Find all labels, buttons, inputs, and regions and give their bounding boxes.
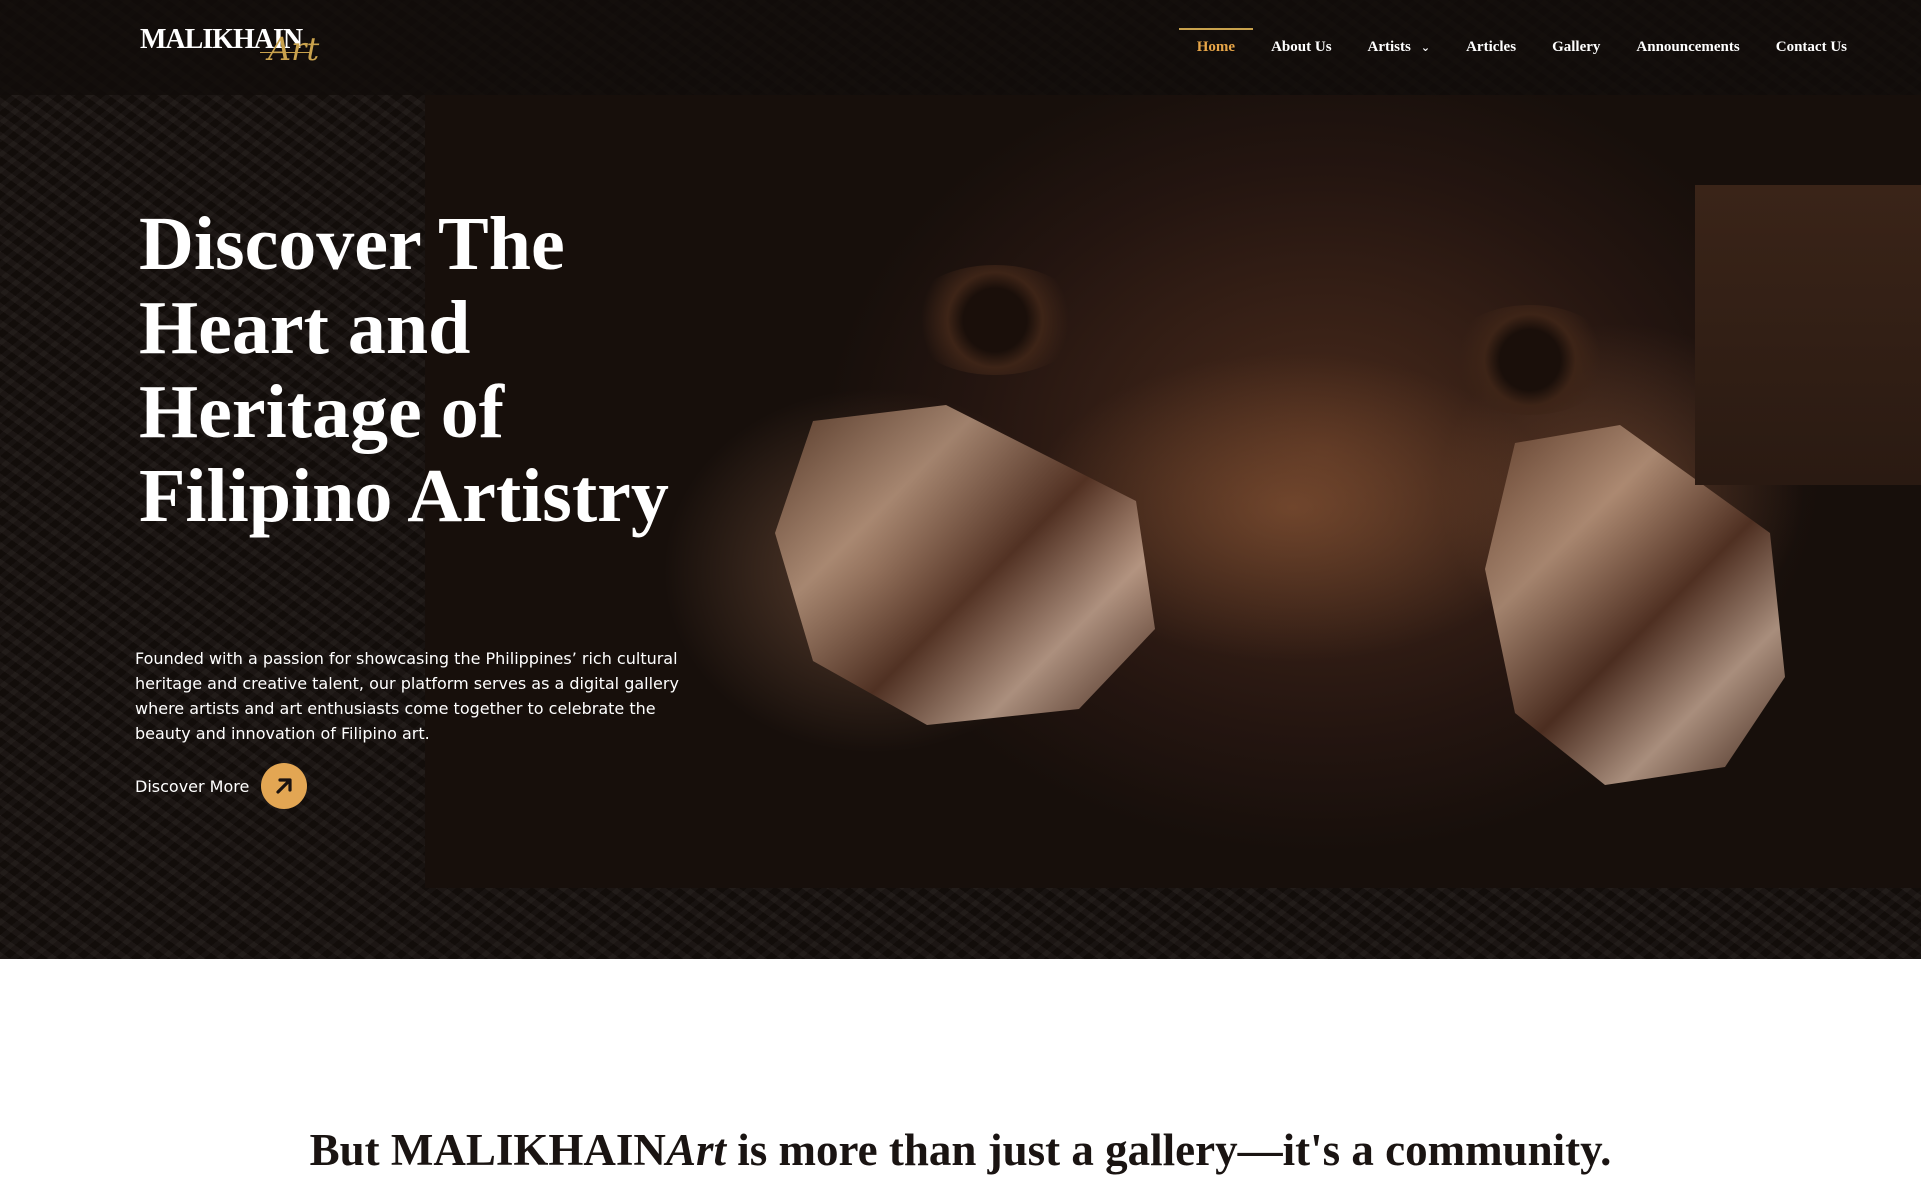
nav-announcements[interactable]: Announcements <box>1618 0 1757 95</box>
community-heading-brand: Art <box>665 1125 726 1175</box>
community-heading-suffix: is more than just a gallery—it's a commu… <box>725 1125 1612 1175</box>
nav-gallery[interactable]: Gallery <box>1534 0 1618 95</box>
nav-articles[interactable]: Articles <box>1448 0 1534 95</box>
artwork-foil-left <box>775 405 1155 725</box>
artwork-eye-right <box>1445 305 1615 415</box>
community-heading-prefix: But MALIKHAIN <box>309 1125 666 1175</box>
discover-more-button[interactable]: Discover More <box>135 763 308 809</box>
hero-title: Discover The Heart and Heritage of Filip… <box>139 202 669 538</box>
artwork-banknote <box>1695 185 1921 485</box>
nav-artists[interactable]: Artists ⌄ <box>1350 0 1449 95</box>
site-header: MALIKHAIN Art Home About Us Artists ⌄ Ar… <box>0 0 1921 95</box>
site-logo[interactable]: MALIKHAIN Art <box>140 14 330 76</box>
artwork-eye-left <box>905 265 1085 375</box>
chevron-down-icon: ⌄ <box>1420 41 1431 54</box>
community-heading: But MALIKHAINArt is more than just a gal… <box>0 1122 1921 1178</box>
discover-more-label: Discover More <box>135 776 250 796</box>
hero-description: Founded with a passion for showcasing th… <box>135 649 679 743</box>
nav-contact-us[interactable]: Contact Us <box>1758 0 1865 95</box>
nav-artists-label: Artists <box>1367 39 1411 55</box>
logo-script: Art <box>268 30 320 68</box>
nav-about-us[interactable]: About Us <box>1253 0 1349 95</box>
arrow-up-right-icon <box>261 763 308 809</box>
main-nav: Home About Us Artists ⌄ Articles Gallery… <box>1178 0 1865 95</box>
nav-home[interactable]: Home <box>1178 0 1254 95</box>
